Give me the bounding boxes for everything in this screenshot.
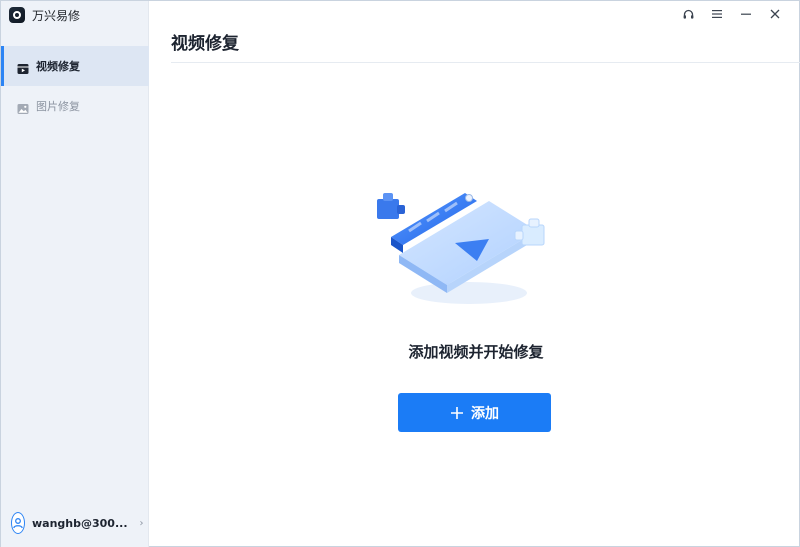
header-divider <box>171 62 800 63</box>
app-window: 万兴易修 视频修复 图片修复 wanghb@300... › 视频修复 添加视频… <box>0 0 800 547</box>
minimize-icon[interactable] <box>736 4 756 24</box>
chevron-right-icon: › <box>139 517 144 529</box>
add-video-button[interactable]: 添加 <box>398 393 551 432</box>
sidebar: 万兴易修 视频修复 图片修复 wanghb@300... › <box>1 1 149 547</box>
sidebar-item-label: 图片修复 <box>36 100 80 113</box>
sidebar-item-label: 视频修复 <box>36 60 80 73</box>
user-avatar-icon <box>11 512 25 534</box>
plus-icon <box>450 406 464 420</box>
empty-state-headline: 添加视频并开始修复 <box>408 343 544 361</box>
page-title: 视频修复 <box>171 34 239 54</box>
sidebar-item-image-repair[interactable]: 图片修复 <box>1 86 149 126</box>
image-icon <box>17 100 29 114</box>
close-icon[interactable] <box>765 4 785 24</box>
titlebar-controls <box>669 4 785 24</box>
add-button-label: 添加 <box>471 405 499 422</box>
sidebar-item-video-repair[interactable]: 视频修复 <box>1 46 149 86</box>
user-name: wanghb@300... <box>32 516 128 530</box>
menu-icon[interactable] <box>707 4 727 24</box>
video-repair-illustration <box>369 181 559 309</box>
headset-support-icon[interactable] <box>678 4 698 24</box>
video-icon <box>17 60 29 74</box>
app-logo-icon <box>9 7 25 23</box>
app-name: 万兴易修 <box>32 8 81 23</box>
user-account[interactable]: wanghb@300... › <box>11 510 144 536</box>
brand: 万兴易修 <box>9 6 80 24</box>
